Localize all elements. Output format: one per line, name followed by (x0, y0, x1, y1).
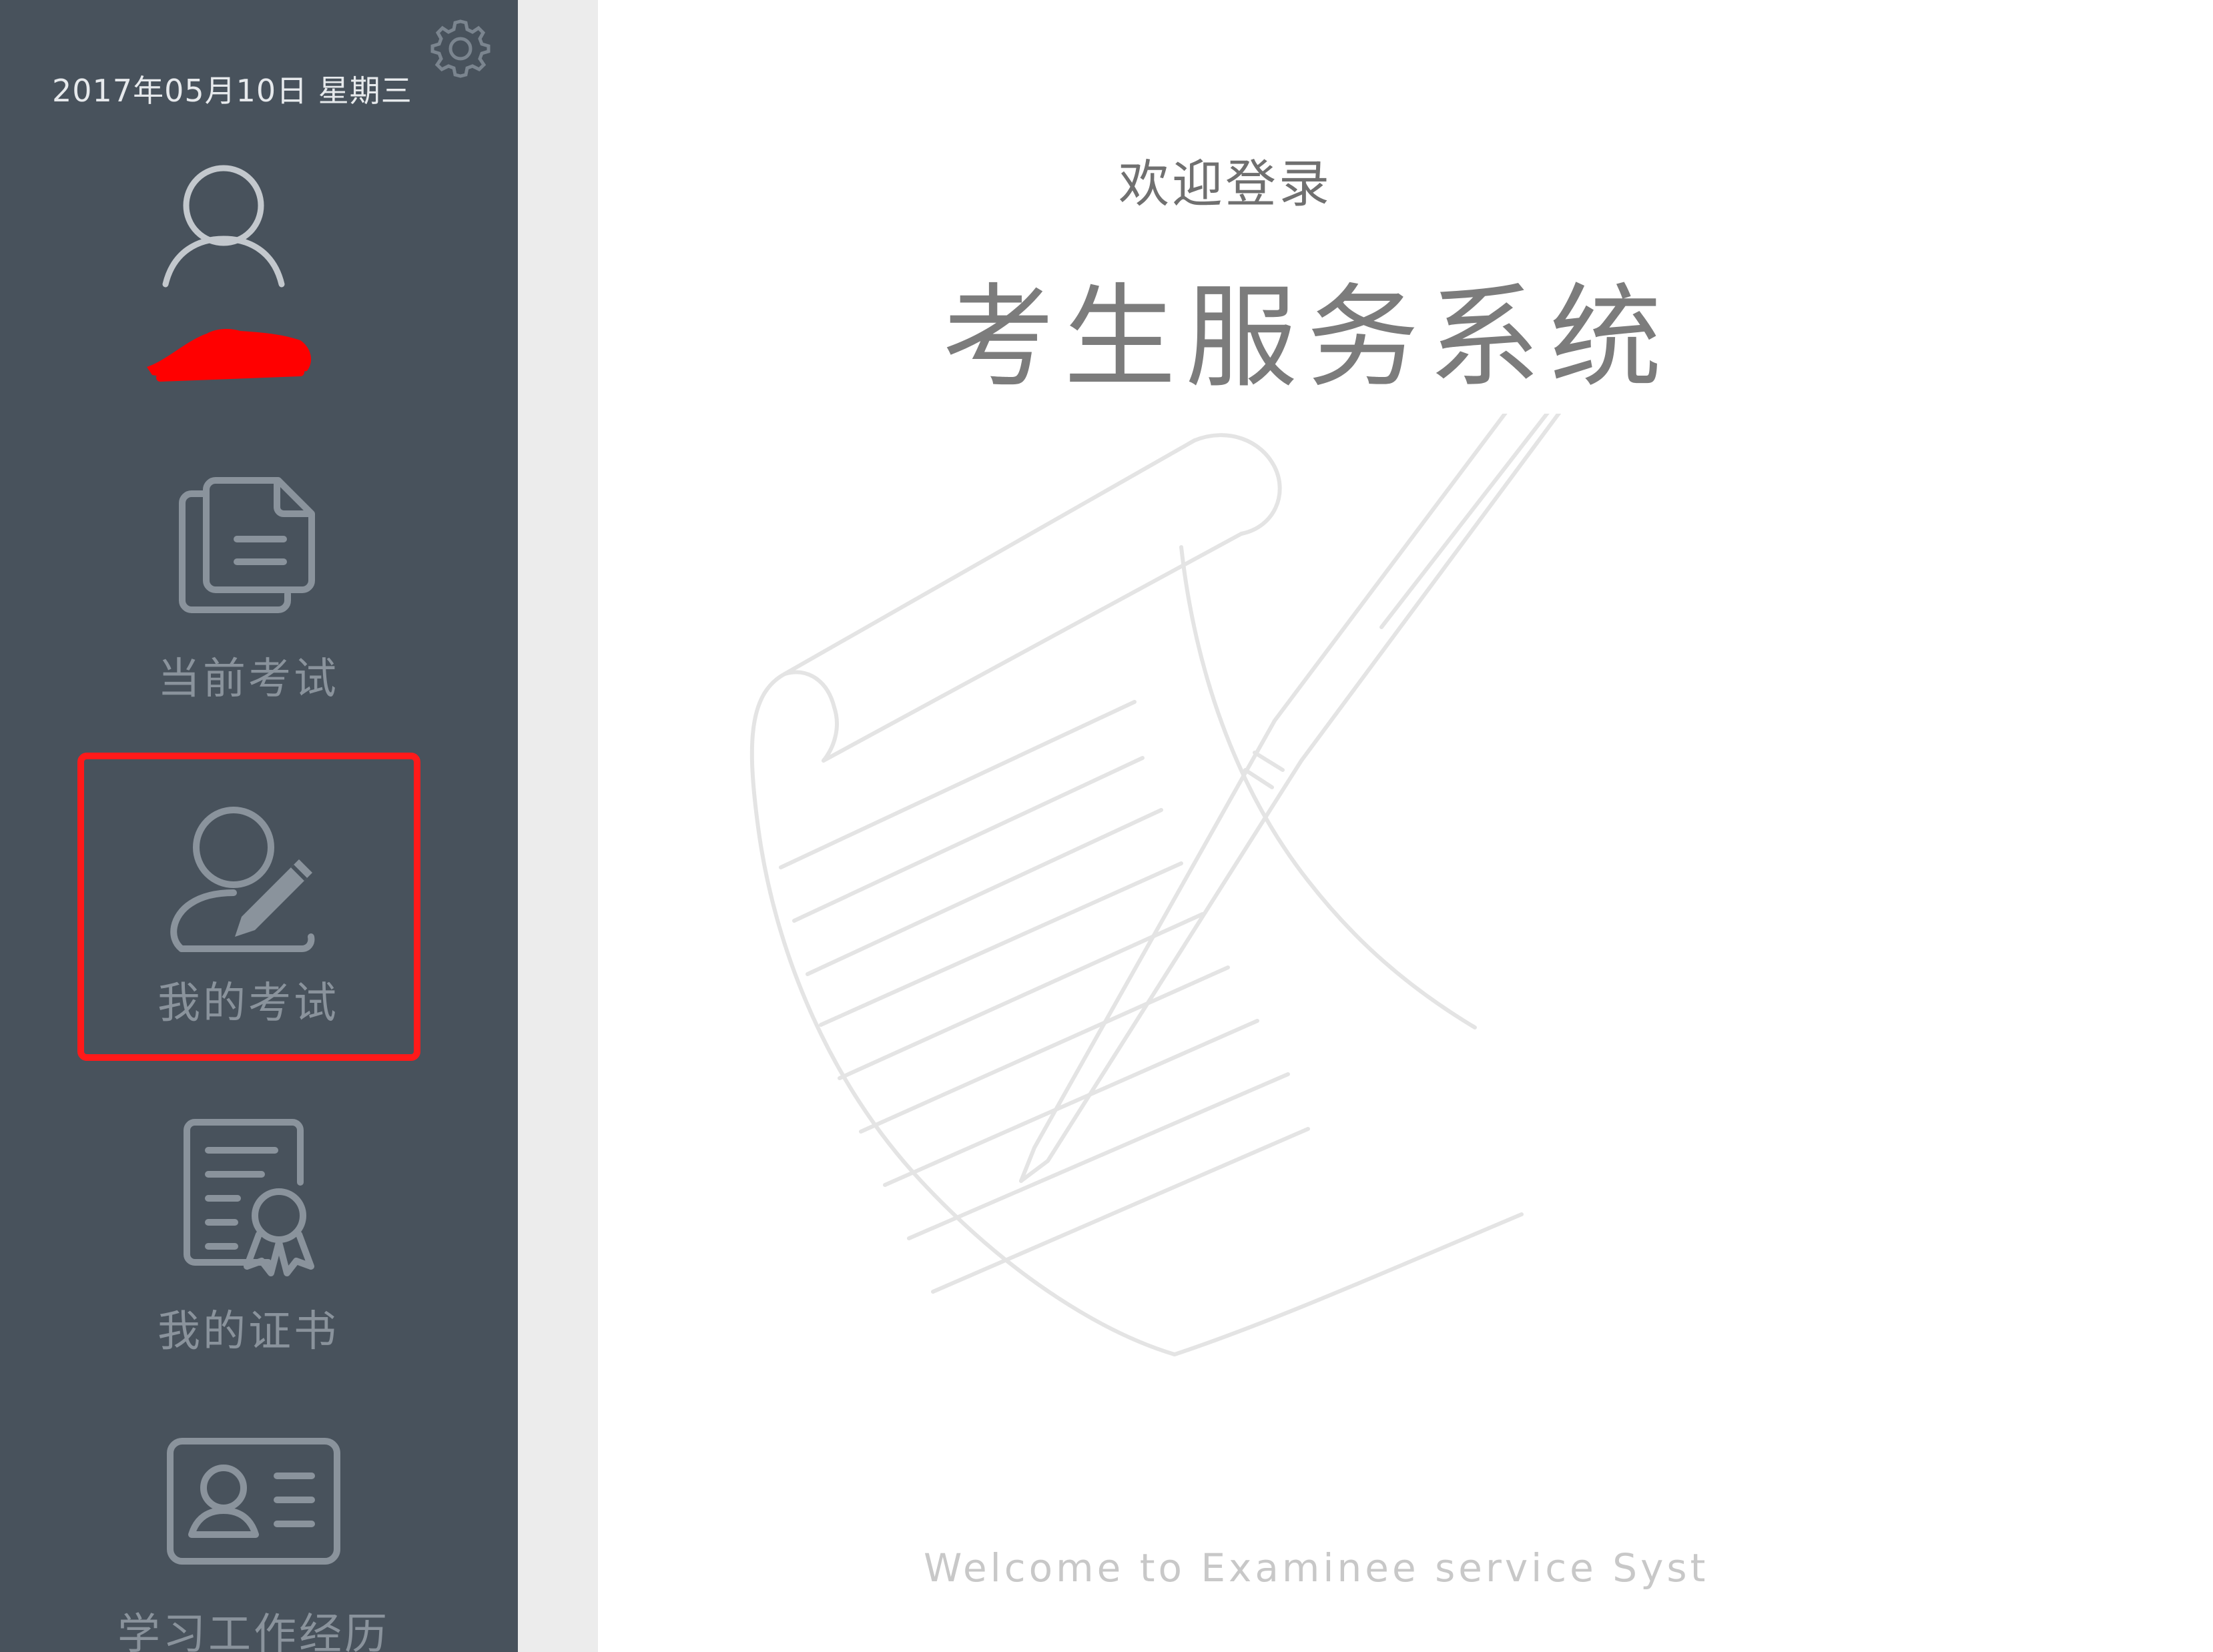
sidebar-item-my-exam[interactable]: 我的考试 (75, 798, 422, 1030)
user-edit-icon (170, 807, 315, 952)
sidebar-item-label: 我的考试 (157, 979, 339, 1028)
avatar (162, 165, 285, 288)
sidebar-item-current-exam[interactable]: 当前考试 (75, 467, 422, 706)
welcome-tagline: Welcome to Examinee service Syst (924, 1545, 1709, 1591)
sidebar-item-my-certificate[interactable]: 我的证书 (75, 1116, 422, 1358)
sidebar-gutter (518, 0, 598, 1652)
redacted-username (147, 329, 312, 382)
sidebar: 2017年05月10日 星期三 当前考试 我的考试 我的证书 学习工作经历 (0, 0, 518, 1652)
date-label: 2017年05月10日 星期三 (52, 73, 412, 109)
welcome-text: 欢迎登录 (1119, 154, 1332, 214)
id-card-icon (167, 1438, 340, 1565)
sidebar-item-label: 当前考试 (157, 655, 339, 704)
certificate-icon (184, 1119, 314, 1276)
app-root: 2017年05月10日 星期三 当前考试 我的考试 我的证书 学习工作经历 欢迎… (0, 0, 2213, 1652)
gear-icon[interactable] (427, 15, 494, 81)
page-title: 考生服务系统 (942, 272, 1671, 403)
sidebar-item-label: 学习工作经历 (117, 1610, 390, 1652)
documents-icon (179, 477, 315, 613)
sidebar-item-label: 我的证书 (157, 1307, 339, 1356)
scroll-and-pen-illustration (749, 414, 1562, 1356)
sidebar-item-study-work-history[interactable]: 学习工作经历 (53, 1434, 454, 1652)
